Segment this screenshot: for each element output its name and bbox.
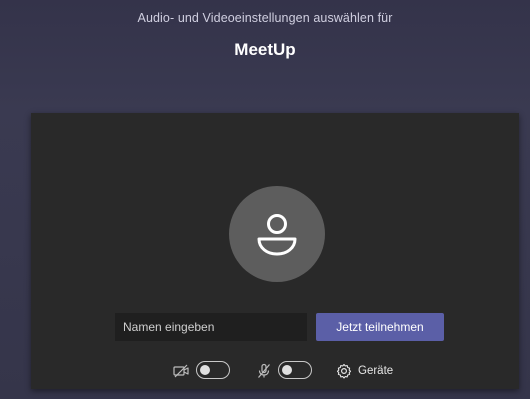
camera-toggle[interactable] [196,361,230,379]
meeting-prejoin-screen: Audio- und Videoeinstellungen auswählen … [0,0,530,399]
name-input[interactable] [115,313,307,341]
media-controls: Geräte [31,360,519,382]
preview-panel: Jetzt teilnehmen [31,113,519,389]
camera-off-icon [173,364,189,378]
mic-off-icon [258,363,270,378]
microphone-toggle-knob [281,364,292,375]
devices-label: Geräte [358,365,394,377]
settings-subtitle: Audio- und Videoeinstellungen auswählen … [137,11,393,25]
meeting-title: MeetUp [234,40,296,59]
person-icon [257,214,297,256]
microphone-toggle[interactable] [278,361,312,379]
avatar [229,186,325,282]
camera-toggle-knob [199,364,210,375]
gear-icon [336,363,352,379]
join-now-button[interactable]: Jetzt teilnehmen [316,313,444,341]
devices-button[interactable]: Geräte [336,361,393,381]
